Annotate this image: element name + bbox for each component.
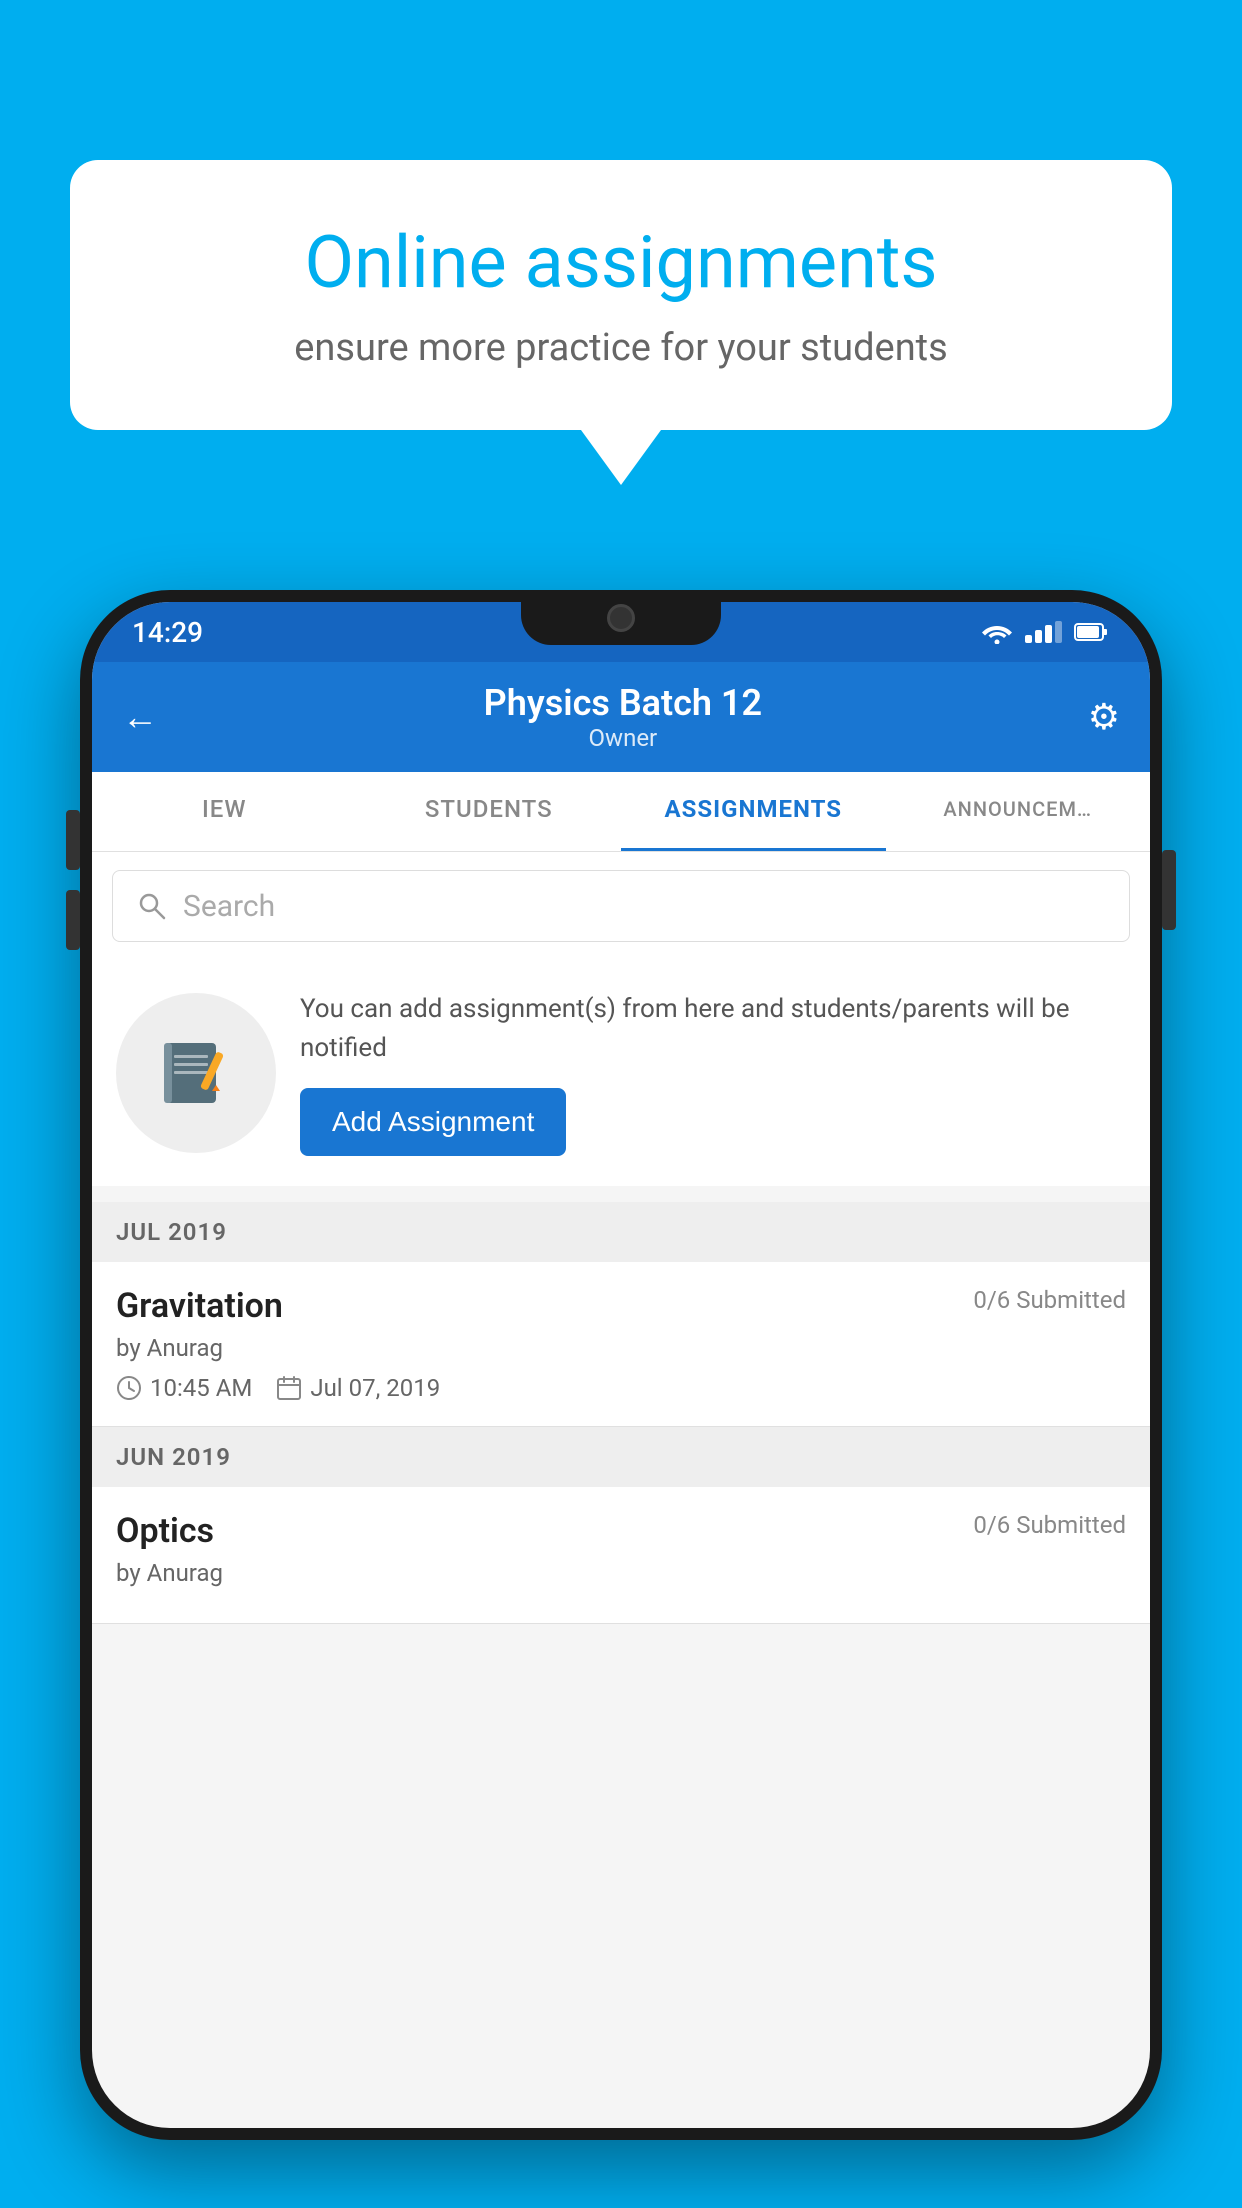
header-title: Physics Batch 12: [484, 682, 762, 724]
volume-up-button: [66, 810, 80, 870]
status-time: 14:29: [132, 616, 203, 649]
assignment-item-optics[interactable]: Optics 0/6 Submitted by Anurag: [92, 1487, 1150, 1624]
tab-announcements[interactable]: ANNOUNCEM…: [886, 772, 1151, 851]
assignment-meta: 10:45 AM Jul 07, 2019: [116, 1374, 1126, 1402]
assignment-top-row-optics: Optics 0/6 Submitted: [116, 1511, 1126, 1551]
speech-bubble: Online assignments ensure more practice …: [70, 160, 1172, 430]
phone-screen: 14:29: [92, 602, 1150, 2128]
header-subtitle: Owner: [484, 724, 762, 752]
section-header-jul: JUL 2019: [92, 1202, 1150, 1262]
power-button: [1162, 850, 1176, 930]
speech-bubble-title: Online assignments: [150, 220, 1092, 306]
assignment-time-value: 10:45 AM: [150, 1374, 252, 1402]
battery-icon: [1074, 622, 1110, 642]
tab-students[interactable]: STUDENTS: [357, 772, 622, 851]
speech-bubble-tail: [581, 430, 661, 485]
tab-bar: IEW STUDENTS ASSIGNMENTS ANNOUNCEM…: [92, 772, 1150, 852]
speech-bubble-wrapper: Online assignments ensure more practice …: [70, 160, 1172, 485]
assignment-name: Gravitation: [116, 1286, 283, 1326]
notebook-icon: [156, 1033, 236, 1113]
signal-icon: [1025, 621, 1062, 643]
header-center: Physics Batch 12 Owner: [484, 682, 762, 752]
clock-icon: [116, 1375, 142, 1401]
assignment-by-optics: by Anurag: [116, 1559, 1126, 1587]
section-header-jun: JUN 2019: [92, 1427, 1150, 1487]
app-header: ← Physics Batch 12 Owner ⚙: [92, 662, 1150, 772]
search-bar[interactable]: Search: [112, 870, 1130, 942]
phone-notch: [521, 590, 721, 645]
settings-icon[interactable]: ⚙: [1088, 696, 1120, 738]
assignment-item-gravitation[interactable]: Gravitation 0/6 Submitted by Anurag 10:4…: [92, 1262, 1150, 1427]
empty-state-right: You can add assignment(s) from here and …: [300, 990, 1126, 1156]
assignment-submitted: 0/6 Submitted: [973, 1286, 1126, 1314]
phone-wrapper: 14:29: [80, 590, 1162, 2208]
notebook-icon-circle: [116, 993, 276, 1153]
assignment-submitted-optics: 0/6 Submitted: [973, 1511, 1126, 1539]
assignment-time: 10:45 AM: [116, 1374, 252, 1402]
empty-state-description: You can add assignment(s) from here and …: [300, 990, 1126, 1068]
speech-bubble-subtitle: ensure more practice for your students: [150, 326, 1092, 370]
phone-outer: 14:29: [80, 590, 1162, 2140]
add-assignment-button[interactable]: Add Assignment: [300, 1088, 566, 1156]
calendar-icon: [276, 1375, 302, 1401]
assignment-by: by Anurag: [116, 1334, 1126, 1362]
assignment-top-row: Gravitation 0/6 Submitted: [116, 1286, 1126, 1326]
empty-state: You can add assignment(s) from here and …: [92, 960, 1150, 1186]
wifi-icon: [981, 620, 1013, 644]
assignment-date: Jul 07, 2019: [276, 1374, 440, 1402]
tab-assignments[interactable]: ASSIGNMENTS: [621, 772, 886, 851]
tab-iew[interactable]: IEW: [92, 772, 357, 851]
back-button[interactable]: ←: [122, 696, 158, 738]
volume-down-button: [66, 890, 80, 950]
search-icon: [137, 891, 167, 921]
search-placeholder: Search: [183, 889, 275, 924]
assignment-name-optics: Optics: [116, 1511, 214, 1551]
assignment-date-value: Jul 07, 2019: [310, 1374, 440, 1402]
camera: [607, 604, 635, 632]
status-icons: [981, 620, 1110, 644]
search-container: Search: [92, 852, 1150, 960]
